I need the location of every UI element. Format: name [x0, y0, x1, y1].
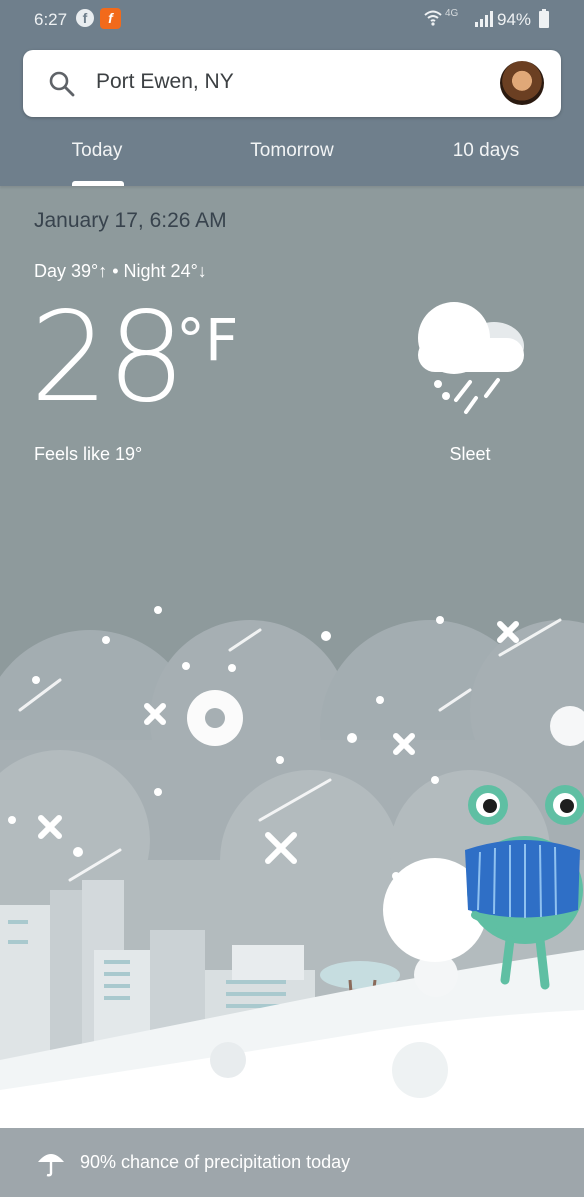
- condition-label: Sleet: [449, 444, 491, 464]
- current-temperature: 28: [30, 286, 186, 430]
- tab-today[interactable]: Today: [43, 140, 151, 162]
- signal-icon: [475, 11, 493, 27]
- active-tab-indicator: [72, 181, 124, 186]
- precipitation-text: 90% chance of precipitation today: [80, 1152, 351, 1172]
- location-text[interactable]: Port Ewen, NY: [96, 70, 234, 94]
- tab-bar: Today Tomorrow 10 days: [0, 130, 584, 186]
- status-time: 6:27: [34, 10, 68, 29]
- day-night-temps: Day 39°↑ • Night 24°↓: [34, 261, 207, 281]
- feels-like: Feels like 19°: [34, 444, 143, 464]
- tab-10-days[interactable]: 10 days: [426, 140, 546, 162]
- tab-tomorrow[interactable]: Tomorrow: [222, 140, 362, 162]
- umbrella-icon: [38, 1154, 64, 1177]
- network-label: 4G: [445, 8, 459, 19]
- app-icon: f: [100, 8, 121, 29]
- winter-scene-illustration: [0, 606, 584, 1128]
- status-bar: 6:27 f f 4G 94%: [0, 0, 584, 40]
- wifi-icon: [424, 10, 442, 26]
- sleet-icon: [418, 302, 524, 414]
- search-icon[interactable]: [48, 70, 76, 98]
- battery-icon: [539, 9, 549, 28]
- facebook-icon: f: [76, 9, 94, 27]
- search-bar[interactable]: Port Ewen, NY: [23, 50, 561, 117]
- avatar[interactable]: [500, 61, 544, 105]
- forecast-date: January 17, 6:26 AM: [34, 209, 227, 232]
- battery-percent: 94%: [497, 10, 532, 29]
- precipitation-bar[interactable]: 90% chance of precipitation today: [0, 1128, 584, 1197]
- temperature-unit: °F: [176, 306, 239, 374]
